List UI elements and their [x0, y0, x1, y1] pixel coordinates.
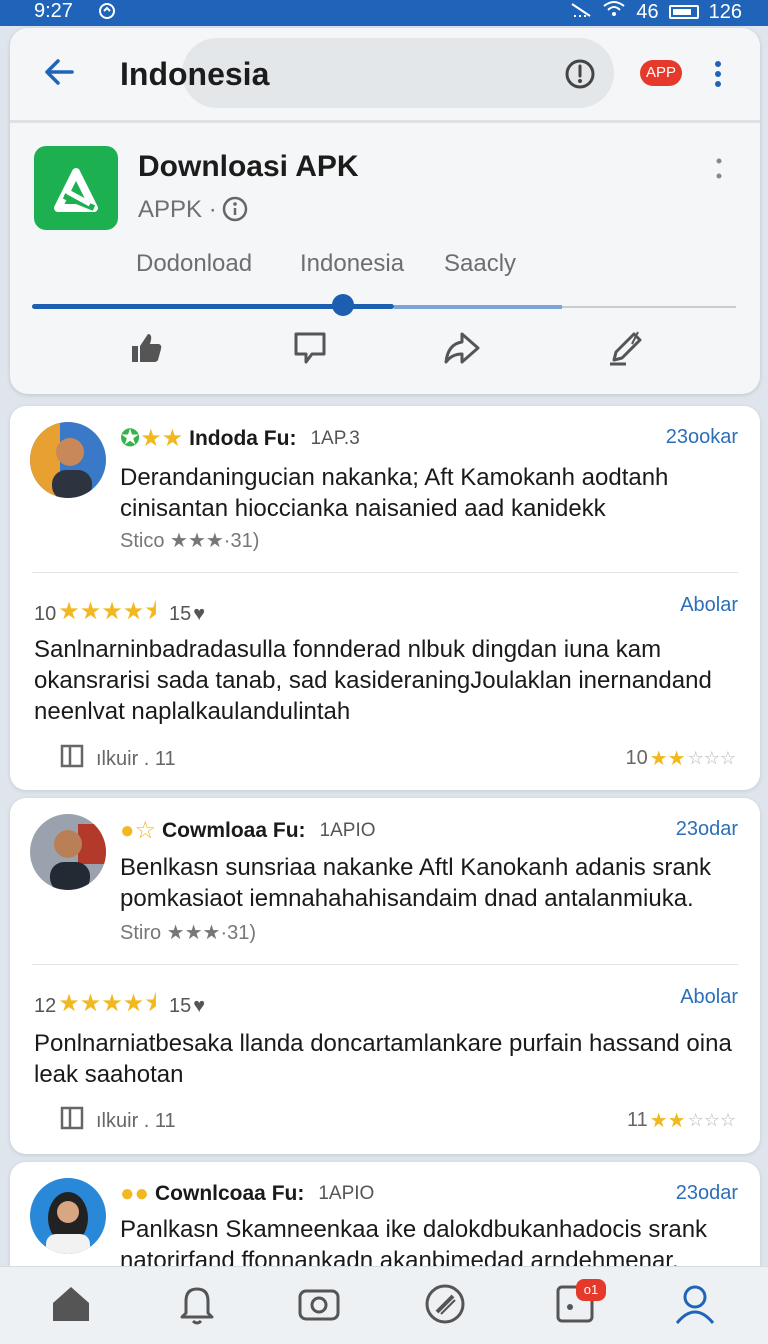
review-meta: Stico ★★★·31): [120, 530, 260, 552]
reviewer-name: Cowmloaa Fu:: [162, 818, 306, 842]
star-rating-icon: ★★★★⯨: [58, 598, 158, 625]
bookmark-icon[interactable]: [58, 1106, 86, 1136]
footer-count: 10: [625, 747, 648, 769]
app-badge[interactable]: APP: [640, 60, 682, 86]
review-text: Benlkasn sunsriaa nakanke Aftl Kanokanh …: [120, 854, 712, 912]
status-right: 46 126: [570, 0, 742, 23]
tab-slider-knob[interactable]: [332, 294, 354, 316]
score-count: 10: [34, 603, 57, 625]
empty-stars-icon: ☆☆☆: [687, 1110, 736, 1130]
review-header: ●☆ Cowmloaa Fu: 1APIO: [120, 816, 376, 845]
signal-icon: [570, 1, 592, 23]
tab-saacly[interactable]: Saacly: [444, 250, 516, 278]
footer-rating: 10 ★★ ☆☆☆: [625, 746, 736, 771]
back-arrow-icon[interactable]: [40, 52, 80, 92]
footer-rating: 11 ★★ ☆☆☆: [627, 1108, 736, 1133]
reviewer-name: Indoda Fu:: [189, 426, 297, 450]
reply-text: Sanlnarninbadradasulla fonnderad nlbuk d…: [34, 636, 712, 725]
rating-row: 10 ★★★★⯨ 15 ♥: [34, 594, 205, 635]
card-footer: ılkuir . 11: [58, 1106, 176, 1136]
wifi-icon: [602, 0, 626, 23]
review-header: ●● Cownlcoaa Fu: 1APIO: [120, 1180, 374, 1208]
app-more-icon[interactable]: [712, 156, 726, 182]
rating-stars: ●●: [120, 1180, 149, 1207]
review-code: 1APIO: [318, 1183, 375, 1204]
review-card: ✪★★ Indoda Fu: 1AP.3 23ookar Derandaning…: [10, 406, 760, 790]
rating-stars: ✪★★: [120, 425, 184, 452]
app-logo-icon: [34, 146, 118, 230]
review-code: 1APIO: [319, 819, 376, 841]
divider: [32, 572, 738, 573]
star-rating-icon: ★★★★⯨: [58, 990, 158, 1017]
action-row: [10, 328, 760, 380]
compass-icon[interactable]: [422, 1281, 468, 1327]
comment-icon[interactable]: [290, 328, 330, 368]
share-icon[interactable]: [442, 328, 482, 368]
tab-indonesia[interactable]: Indonesia: [300, 250, 404, 278]
edit-icon[interactable]: [606, 328, 646, 368]
bottom-navigation: o1: [0, 1266, 768, 1344]
battery-icon: [668, 4, 699, 19]
review-meta: Stiro ★★★·31): [120, 922, 257, 944]
card-footer: ılkuir . 11: [58, 744, 176, 774]
footer-label: ılkuir . 11: [96, 1109, 176, 1132]
header-divider: [10, 120, 760, 123]
profile-icon[interactable]: [672, 1281, 718, 1327]
rating-row: 12 ★★★★⯨ 15 ♥: [34, 986, 205, 1027]
small-stars-icon: ★★: [649, 748, 686, 770]
review-link[interactable]: 23odar: [676, 1182, 738, 1205]
network-label: 46: [636, 0, 659, 23]
status-bar: 9:27 46 126: [0, 0, 768, 26]
avatar[interactable]: [30, 1178, 106, 1254]
review-text: Derandaningucian nakanka; Aft Kamokanh a…: [120, 464, 669, 522]
page-title: Indonesia: [120, 56, 270, 92]
score-count: 12: [34, 995, 57, 1017]
camera-icon[interactable]: [296, 1281, 342, 1327]
review-code: 1AP.3: [310, 427, 360, 449]
reviewer-name: Cownlcoaa Fu:: [155, 1182, 305, 1205]
reply-link[interactable]: Abolar: [680, 594, 738, 617]
small-stars-icon: ★★: [649, 1110, 686, 1132]
search-bar-row: Indonesia APP: [10, 28, 760, 120]
status-time: 9:27: [34, 0, 73, 22]
home-icon[interactable]: [48, 1281, 94, 1327]
review-card: ●☆ Cowmloaa Fu: 1APIO 23odar Benlkasn su…: [10, 798, 760, 1154]
avatar[interactable]: [30, 814, 106, 890]
sync-icon: [96, 2, 118, 26]
divider: [32, 964, 738, 965]
heart-icon[interactable]: ♥: [193, 603, 205, 626]
bookmark-icon[interactable]: [58, 744, 86, 774]
app-header-card: Indonesia APP Downloasi APK APPK · Dodon…: [10, 28, 760, 394]
avatar[interactable]: [30, 422, 106, 498]
footer-count: 11: [626, 1109, 648, 1131]
review-link[interactable]: 23odar: [676, 818, 738, 841]
battery-label: 126: [708, 0, 742, 23]
heart-icon[interactable]: ♥: [193, 995, 205, 1018]
like-count: 15: [169, 603, 192, 625]
bell-icon[interactable]: [174, 1281, 220, 1327]
app-subtitle: APPK ·: [138, 196, 217, 223]
review-header: ✪★★ Indoda Fu: 1AP.3: [120, 424, 360, 453]
notification-badge: o1: [576, 1279, 606, 1301]
reply-text: Ponlnarniatbesaka llanda doncartamlankar…: [34, 1030, 732, 1088]
info-icon[interactable]: [222, 196, 248, 222]
tab-download[interactable]: Dodonload: [136, 250, 252, 278]
tab-indicator-secondary: [394, 305, 562, 309]
review-card: ●● Cownlcoaa Fu: 1APIO 23odar Panlkasn S…: [10, 1162, 760, 1282]
app-name: Downloasi APK: [138, 150, 359, 183]
alert-icon[interactable]: [564, 58, 596, 90]
review-link[interactable]: 23ookar: [666, 426, 738, 449]
reply-link[interactable]: Abolar: [680, 986, 738, 1009]
more-vert-icon[interactable]: [710, 56, 726, 92]
rating-stars: ●☆: [120, 817, 157, 844]
like-count: 15: [169, 995, 192, 1017]
footer-label: ılkuir . 11: [96, 747, 176, 770]
empty-stars-icon: ☆☆☆: [687, 748, 736, 768]
thumbs-up-icon[interactable]: [126, 328, 166, 368]
